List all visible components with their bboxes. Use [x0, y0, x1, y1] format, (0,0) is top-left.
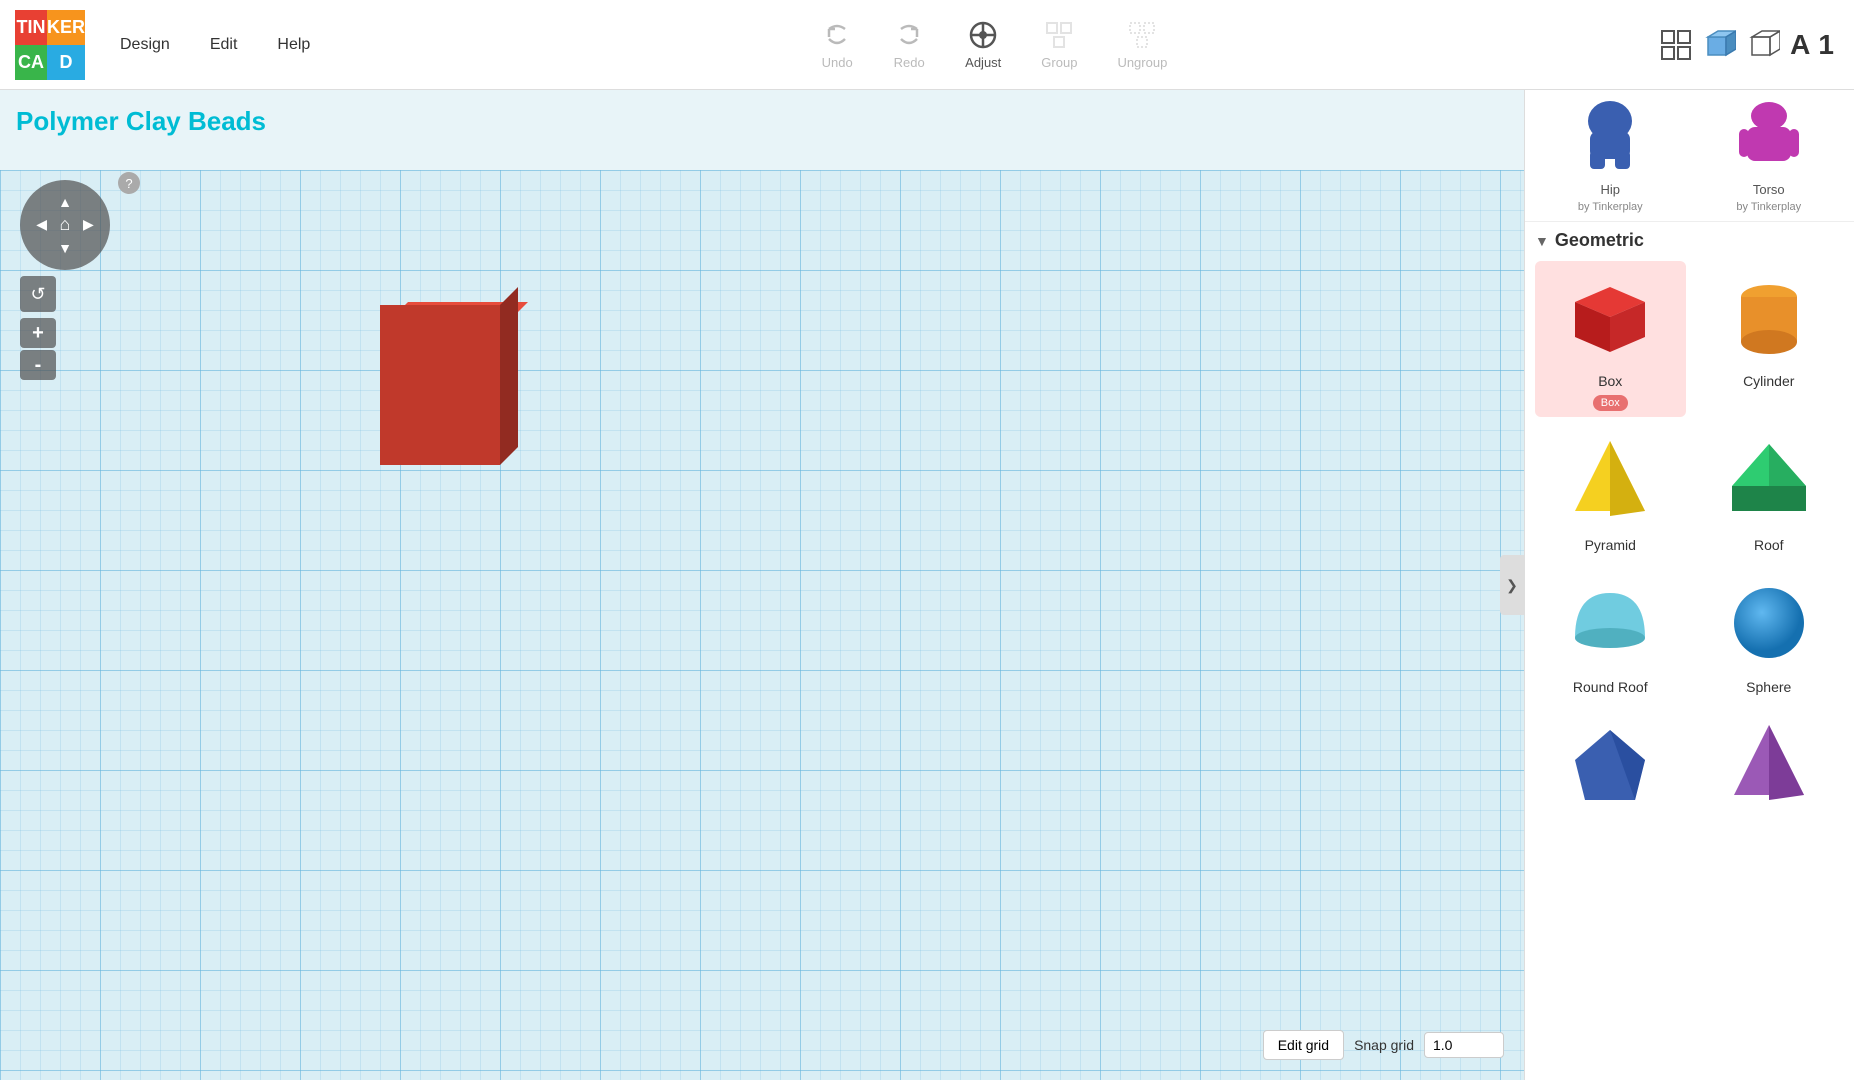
nav-design[interactable]: Design	[100, 28, 190, 62]
toolbar-right: A 1	[1658, 27, 1834, 63]
undo-icon	[821, 19, 853, 51]
undo-button[interactable]: Undo	[811, 15, 863, 74]
3d-box-icon[interactable]	[1702, 27, 1738, 63]
canvas-area[interactable]: Polymer Clay Beads ▲ ◀ ⌂ ▶ ▼	[0, 90, 1524, 1080]
shape8-icon	[1719, 715, 1819, 815]
toolbar-center: Undo Redo Adjust	[811, 15, 1177, 74]
torso-shape-icon	[1724, 98, 1814, 178]
project-title: Polymer Clay Beads	[16, 106, 266, 137]
snap-grid-input[interactable]	[1424, 1032, 1504, 1058]
pan-right[interactable]: ▶	[77, 213, 100, 236]
round-roof-shape-item[interactable]: Round Roof	[1535, 567, 1686, 701]
nav-menu: Design Edit Help	[100, 28, 330, 62]
topbar: TIN KER CA D Design Edit Help Undo	[0, 0, 1854, 90]
account-num[interactable]: 1	[1818, 29, 1834, 61]
account-letter[interactable]: A	[1790, 29, 1810, 61]
pan-left[interactable]: ◀	[30, 213, 53, 236]
rotate-button[interactable]: ↺	[20, 276, 56, 312]
zoom-in-button[interactable]: +	[20, 318, 56, 348]
logo-tin: TIN	[15, 10, 47, 45]
geometric-collapse-arrow: ▼	[1535, 233, 1549, 249]
edit-grid-button[interactable]: Edit grid	[1263, 1030, 1344, 1060]
sphere-shape-item[interactable]: Sphere	[1694, 567, 1845, 701]
box-object[interactable]	[380, 290, 510, 465]
shape7-item[interactable]	[1535, 709, 1686, 821]
main-area: Polymer Clay Beads ▲ ◀ ⌂ ▶ ▼	[0, 90, 1854, 1080]
snap-grid-label: Snap grid	[1354, 1037, 1414, 1053]
sidebar-collapse-arrow[interactable]: ❯	[1500, 555, 1524, 615]
nav-controls: ▲ ◀ ⌂ ▶ ▼ ? ↺ + -	[20, 180, 110, 380]
sphere-label: Sphere	[1746, 679, 1791, 695]
cylinder-label: Cylinder	[1743, 373, 1794, 389]
wireframe-icon[interactable]	[1746, 27, 1782, 63]
nav-help[interactable]: Help	[257, 28, 330, 62]
cylinder-shape-item[interactable]: Cylinder	[1694, 261, 1845, 417]
pan-control[interactable]: ▲ ◀ ⌂ ▶ ▼	[20, 180, 110, 270]
logo-ca: CA	[15, 45, 47, 80]
hip-shape-icon	[1565, 98, 1655, 178]
ungroup-button[interactable]: Ungroup	[1107, 15, 1177, 74]
roof-shape-item[interactable]: Roof	[1694, 425, 1845, 559]
roof-label: Roof	[1754, 537, 1784, 553]
box-shape-icon	[1560, 267, 1660, 367]
round-roof-shape-icon	[1560, 573, 1660, 673]
ungroup-icon	[1126, 19, 1158, 51]
nav-edit[interactable]: Edit	[190, 28, 258, 62]
adjust-button[interactable]: Adjust	[955, 15, 1011, 74]
torso-sublabel: by Tinkerplay	[1736, 201, 1801, 213]
tinkercad-logo[interactable]: TIN KER CA D	[10, 5, 90, 85]
sphere-shape-icon	[1719, 573, 1819, 673]
help-button[interactable]: ?	[118, 172, 140, 194]
zoom-controls: + -	[20, 318, 110, 380]
box-shape-item[interactable]: Box Box	[1535, 261, 1686, 417]
grid-view-icon[interactable]	[1658, 27, 1694, 63]
redo-button[interactable]: Redo	[883, 15, 935, 74]
geometric-label: Geometric	[1555, 230, 1644, 251]
box-badge: Box	[1593, 395, 1628, 411]
group-button[interactable]: Group	[1031, 15, 1087, 74]
pan-down[interactable]: ▼	[53, 237, 76, 260]
geometric-section: ▼ Geometric Box Box	[1525, 222, 1854, 835]
group-icon	[1043, 19, 1075, 51]
shape7-icon	[1560, 715, 1660, 815]
hip-sublabel: by Tinkerplay	[1578, 201, 1643, 213]
logo-d: D	[47, 45, 85, 80]
box-front-face	[380, 305, 500, 465]
pan-home[interactable]: ⌂	[53, 213, 76, 236]
character-shapes-section: Hip by Tinkerplay Torso by Tinkerplay	[1525, 90, 1854, 222]
pyramid-label: Pyramid	[1585, 537, 1636, 553]
roof-shape-icon	[1719, 431, 1819, 531]
zoom-out-button[interactable]: -	[20, 350, 56, 380]
box-right-face	[500, 287, 518, 465]
adjust-icon	[967, 19, 999, 51]
box-label: Box	[1598, 373, 1622, 389]
round-roof-label: Round Roof	[1573, 679, 1648, 695]
hip-shape-item[interactable]: Hip by Tinkerplay	[1535, 98, 1686, 213]
geometric-section-header[interactable]: ▼ Geometric	[1535, 230, 1844, 251]
redo-icon	[893, 19, 925, 51]
hip-label: Hip	[1600, 182, 1620, 197]
pan-up[interactable]: ▲	[53, 190, 76, 213]
bottom-controls: Edit grid Snap grid	[1263, 1030, 1504, 1060]
workplane-grid	[0, 170, 1524, 1080]
sidebar: Hip by Tinkerplay Torso by Tinkerplay	[1524, 90, 1854, 1080]
cylinder-shape-icon	[1719, 267, 1819, 367]
torso-shape-item[interactable]: Torso by Tinkerplay	[1694, 98, 1845, 213]
pyramid-shape-icon	[1560, 431, 1660, 531]
shape8-item[interactable]	[1694, 709, 1845, 821]
pyramid-shape-item[interactable]: Pyramid	[1535, 425, 1686, 559]
torso-label: Torso	[1753, 182, 1785, 197]
logo-ker: KER	[47, 10, 85, 45]
geometric-shapes-grid: Box Box Cylinder	[1535, 261, 1844, 821]
